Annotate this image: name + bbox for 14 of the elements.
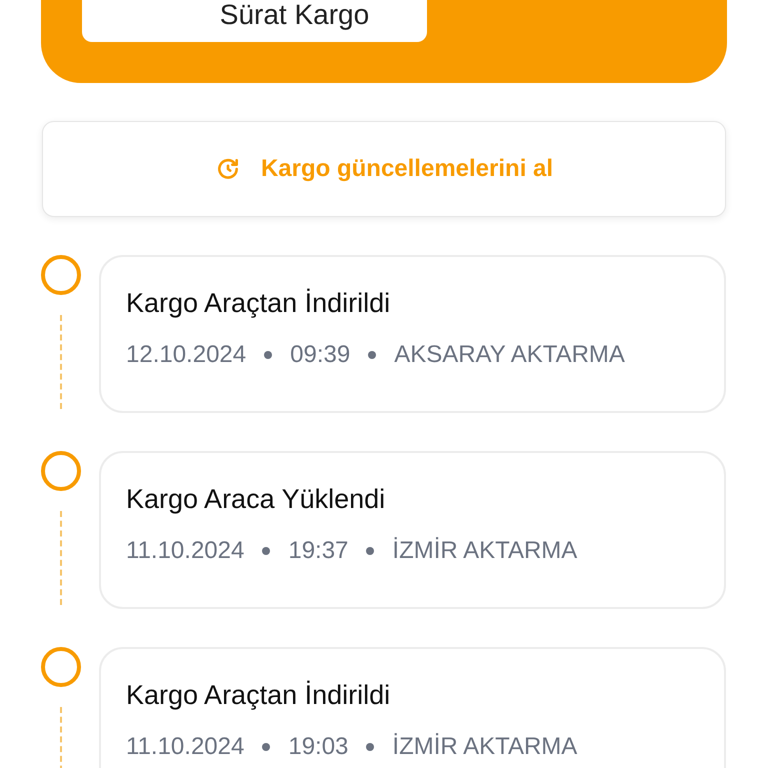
event-title: Kargo Araca Yüklendi [126,483,386,516]
event-date: 12.10.2024 [126,340,246,370]
carrier-name: Sürat Kargo [220,0,370,30]
event-date: 11.10.2024 [126,732,244,762]
event-location: İZMİR AKTARMA [392,732,578,762]
event-time: 09:39 [290,340,350,370]
event-title: Kargo Araçtan İndirildi [126,287,392,320]
update-button[interactable]: Kargo güncellemelerini al [42,121,726,217]
event-location: İZMİR AKTARMA [392,536,578,566]
event-title: Kargo Araçtan İndirildi [126,679,392,712]
event-time: 19:37 [288,536,348,566]
event-time: 19:03 [288,732,348,762]
event-location: AKSARAY AKTARMA [394,340,625,370]
event-date: 11.10.2024 [126,536,244,566]
